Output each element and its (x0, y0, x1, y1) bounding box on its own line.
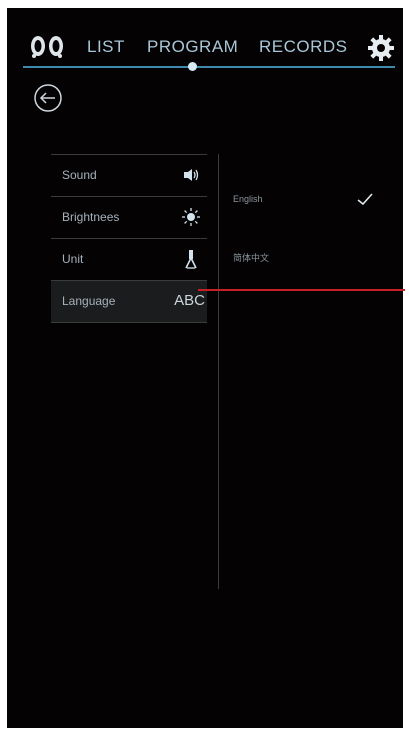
settings-item-brightness[interactable]: Brightnees (51, 196, 207, 238)
tab-list[interactable]: LIST (87, 36, 125, 58)
language-option-chinese[interactable]: 简体中文 (233, 251, 269, 264)
app-screen: LIST PROGRAM RECORDS Sound Brightnees Un… (7, 8, 403, 728)
language-option-english[interactable]: English (233, 194, 263, 204)
nav-position-indicator (188, 62, 197, 71)
settings-item-sound[interactable]: Sound (51, 154, 207, 196)
panel-divider (218, 154, 219, 589)
settings-item-unit[interactable]: Unit (51, 238, 207, 280)
tab-records[interactable]: RECORDS (259, 36, 348, 58)
abc-icon: ABC (174, 292, 205, 309)
settings-menu: Sound Brightnees Unit Language ABC (51, 154, 207, 323)
settings-item-label: Unit (62, 252, 84, 266)
top-nav: LIST PROGRAM RECORDS (7, 8, 403, 80)
settings-item-language[interactable]: Language ABC (51, 280, 207, 323)
ruler-icon (185, 250, 197, 269)
settings-item-label: Language (62, 294, 116, 308)
settings-item-label: Sound (62, 168, 97, 182)
tab-program[interactable]: PROGRAM (147, 36, 238, 58)
nav-underline (23, 66, 395, 68)
gear-icon[interactable] (368, 35, 394, 61)
checkmark-icon (357, 193, 373, 206)
sun-icon (182, 208, 200, 226)
footprints-logo-icon (31, 36, 63, 58)
speaker-icon (184, 169, 199, 181)
back-arrow-icon[interactable] (32, 82, 64, 114)
settings-item-label: Brightnees (62, 210, 120, 224)
pointer-line (198, 289, 405, 291)
